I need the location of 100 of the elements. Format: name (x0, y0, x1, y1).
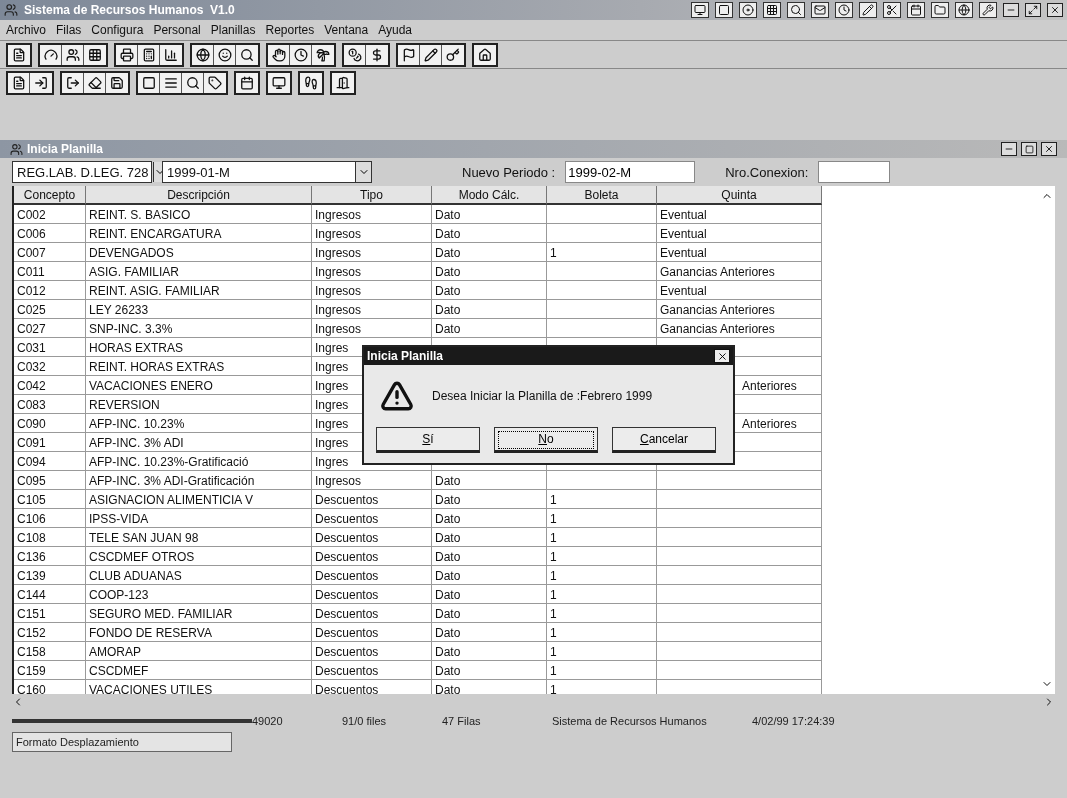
table-cell: Descuentos (315, 511, 379, 526)
table-cell: C158 (17, 644, 46, 659)
table-cell: Dato (435, 530, 461, 545)
dialog-button[interactable]: No (494, 427, 598, 453)
new-period-field[interactable]: 1999-02-M (565, 161, 696, 183)
column-header[interactable]: Boleta (547, 186, 657, 205)
table-cell: Ingresos (315, 321, 362, 336)
table-cell: Eventual (660, 207, 707, 222)
table-cell: Ingres (315, 397, 349, 412)
table-cell: Dato (435, 587, 461, 602)
table-cell: Ingres (315, 416, 349, 431)
window-title: Sistema de Recursos Humanos V1.0 (24, 3, 236, 17)
table-cell: C144 (17, 587, 46, 602)
table-cell: Ganancias Anteriores (660, 321, 775, 336)
column-header[interactable]: Concepto (14, 186, 86, 205)
table-cell: Dato (435, 644, 461, 659)
table-cell: C095 (17, 473, 46, 488)
table-cell: 1 (550, 245, 557, 260)
table-cell: Dato (435, 283, 461, 298)
table-cell: C091 (17, 435, 46, 450)
field-label: Nro.Conexion: (725, 164, 809, 180)
menu-item[interactable]: Ventana (324, 23, 369, 37)
table-cell: C152 (17, 625, 46, 640)
table-cell: Dato (435, 682, 461, 697)
table-cell: ASIGNACION ALIMENTICIA V (89, 492, 254, 507)
table-cell: Descuentos (315, 663, 379, 678)
table-cell: 1 (550, 587, 557, 602)
table-cell: Dato (435, 321, 461, 336)
table-cell: 1 (550, 625, 557, 640)
menu-item[interactable]: Reportes (265, 23, 315, 37)
table-cell: Dato (435, 492, 461, 507)
table-cell: C025 (17, 302, 46, 317)
menu-item[interactable]: Personal (153, 23, 201, 37)
table-cell: CLUB ADUANAS (89, 568, 182, 583)
table-cell: C007 (17, 245, 46, 260)
field-label: Nuevo Periodo : (462, 164, 556, 180)
table-cell: Dato (435, 473, 461, 488)
table-cell: IPSS-VIDA (89, 511, 149, 526)
table-cell: C105 (17, 492, 46, 507)
column-header[interactable]: Modo Cálc. (432, 186, 547, 205)
table-cell: AFP-INC. 3% ADI-Gratificación (89, 473, 255, 488)
table-cell: Descuentos (315, 492, 379, 507)
table-cell: Dato (435, 625, 461, 640)
table-cell: C139 (17, 568, 46, 583)
table-cell: C094 (17, 454, 46, 469)
table-cell: Ingresos (315, 207, 362, 222)
table-cell: C027 (17, 321, 46, 336)
table-cell: Ingresos (315, 473, 362, 488)
table-cell: C042 (17, 378, 46, 393)
table-cell: COOP-123 (89, 587, 149, 602)
table-cell: DEVENGADOS (89, 245, 174, 260)
table-cell: C083 (17, 397, 46, 412)
table-cell: AFP-INC. 10.23% (89, 416, 185, 431)
table-cell: Dato (435, 549, 461, 564)
table-cell: 1 (550, 492, 557, 507)
table-cell: Dato (435, 302, 461, 317)
table-cell: SNP-INC. 3.3% (89, 321, 173, 336)
dialog-button[interactable]: Sí (376, 427, 480, 453)
menu-item[interactable]: Configura (91, 23, 144, 37)
table-cell: FONDO DE RESERVA (89, 625, 212, 640)
menu-item[interactable]: Archivo (6, 23, 46, 37)
table-cell: 1 (550, 530, 557, 545)
table-cell: 1 (550, 663, 557, 678)
column-header[interactable]: Tipo (312, 186, 432, 205)
dialog-title: Inicia Planilla (367, 349, 445, 363)
status-field: Sistema de Recursos Humanos (552, 715, 752, 727)
table-cell: 1 (550, 549, 557, 564)
table-cell: C006 (17, 226, 46, 241)
menu-item[interactable]: Filas (56, 23, 82, 37)
table-cell: Ingresos (315, 264, 362, 279)
column-header[interactable]: Descripción (86, 186, 312, 205)
table-cell: Ganancias Anteriores (660, 264, 775, 279)
status-hint: Formato Desplazamiento (12, 732, 232, 752)
table-cell: Dato (435, 264, 461, 279)
table-cell: TELE SAN JUAN 98 (89, 530, 199, 545)
table-cell: AMORAP (89, 644, 141, 659)
period-dropdown[interactable]: 1999-01-M (162, 161, 372, 183)
status-field: 47 Filas (442, 715, 552, 727)
table-cell: VACACIONES UTILES (89, 682, 213, 697)
table-cell: 1 (550, 644, 557, 659)
column-header[interactable]: Quinta (657, 186, 822, 205)
table-cell: Ingresos (315, 283, 362, 298)
table-cell: C136 (17, 549, 46, 564)
table-cell: Dato (435, 606, 461, 621)
table-cell: Dato (435, 226, 461, 241)
table-cell: C032 (17, 359, 46, 374)
dialog-message: Desea Iniciar la Planilla de :Febrero 1999 (432, 389, 653, 403)
table-cell: Anteriores (742, 416, 797, 431)
table-cell: REVERSION (89, 397, 160, 412)
table-cell: REINT. ENCARGATURA (89, 226, 222, 241)
table-cell: Ingresos (315, 245, 362, 260)
table-cell: ASIG. FAMILIAR (89, 264, 180, 279)
menu-item[interactable]: Ayuda (378, 23, 413, 37)
menu-item[interactable]: Planillas (210, 23, 256, 37)
table-cell: C031 (17, 340, 46, 355)
table-cell: Ingres (315, 435, 349, 450)
dialog-button[interactable]: Cancelar (612, 427, 716, 453)
table-cell: CSCDMEF OTROS (89, 549, 195, 564)
table-cell: Dato (435, 245, 461, 260)
table-cell: 1 (550, 682, 557, 697)
